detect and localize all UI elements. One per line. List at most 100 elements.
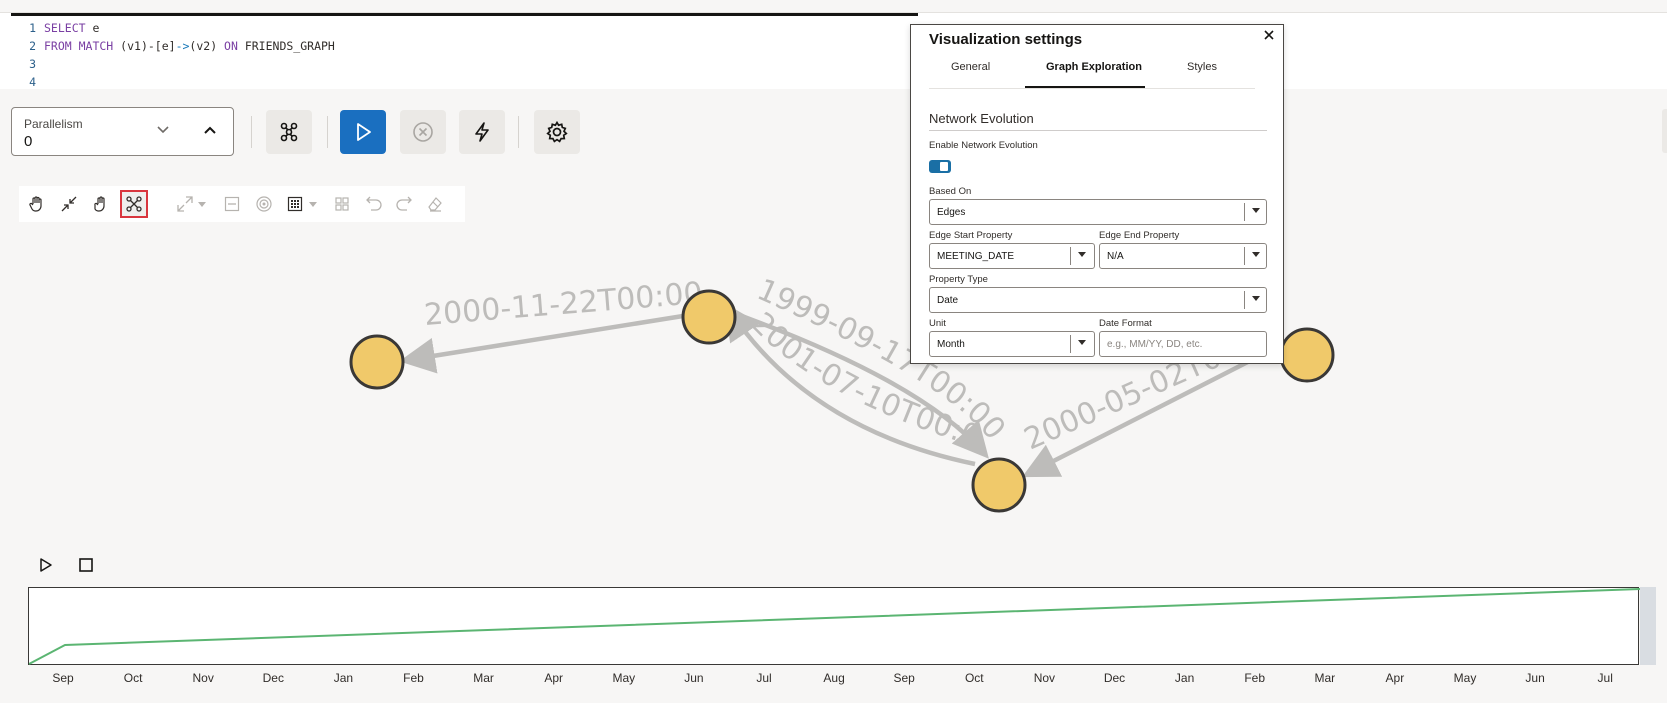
eraser-icon[interactable]	[423, 192, 447, 216]
select-divider	[1244, 291, 1245, 309]
layout-grid-icon[interactable]	[283, 192, 307, 216]
select-divider	[1070, 247, 1071, 265]
caret-down-icon[interactable]	[196, 192, 208, 216]
graph-nodes-icon	[280, 122, 298, 142]
month-tick-label: Mar	[1314, 671, 1336, 685]
code-token: ->	[175, 39, 190, 53]
editor-progress-bar	[11, 13, 918, 16]
lightning-icon	[475, 122, 489, 142]
date-format-label: Date Format	[1099, 318, 1152, 329]
graph-node[interactable]	[349, 334, 405, 390]
timeline-line	[28, 588, 1641, 665]
month-tick-label: Aug	[823, 671, 845, 685]
month-tick-label: Apr	[544, 671, 564, 685]
network-evolution-timeline[interactable]	[28, 587, 1641, 665]
target-icon[interactable]	[252, 192, 276, 216]
cancel-icon	[413, 122, 433, 142]
based-on-value: Edges	[937, 207, 966, 218]
edge-label: 2000-11-22T00:00	[423, 276, 704, 333]
graph-node[interactable]	[681, 289, 737, 345]
unit-label: Unit	[929, 318, 946, 329]
edge-start-select[interactable]: MEETING_DATE	[929, 243, 1095, 269]
minimize-icon[interactable]	[220, 192, 244, 216]
tab-graph-exploration[interactable]: Graph Exploration	[1046, 61, 1142, 73]
caret-down-icon	[1252, 208, 1260, 213]
caret-down-icon[interactable]	[307, 192, 319, 216]
cancel-button[interactable]	[400, 110, 446, 154]
select-divider	[1070, 335, 1071, 353]
graph-node[interactable]	[971, 457, 1027, 513]
collapse-icon[interactable]	[57, 192, 81, 216]
edge-end-select[interactable]: N/A	[1099, 243, 1267, 269]
stop-icon[interactable]	[79, 558, 93, 572]
tab-styles[interactable]: Styles	[1187, 61, 1217, 73]
unit-select[interactable]: Month	[929, 331, 1095, 357]
chevron-down-icon[interactable]	[153, 122, 173, 142]
line-number: 4	[29, 75, 36, 89]
based-on-select[interactable]: Edges	[929, 199, 1267, 225]
graph-node[interactable]	[1279, 327, 1335, 383]
tab-general[interactable]: General	[951, 61, 990, 73]
active-tab-indicator	[1025, 86, 1145, 88]
code-line[interactable]: 4	[0, 73, 44, 91]
code-token: ON	[224, 39, 238, 53]
date-format-placeholder: e.g., MM/YY, DD, etc.	[1107, 339, 1203, 350]
panel-title: Visualization settings	[929, 31, 1083, 48]
line-number: 3	[29, 57, 36, 71]
code-token: (v1)-[e]	[113, 39, 176, 53]
edge-end-value: N/A	[1107, 251, 1124, 262]
month-tick-label: Jan	[333, 671, 354, 685]
caret-down-icon	[1252, 252, 1260, 257]
code-line[interactable]: 3	[0, 55, 44, 73]
month-tick-label: Jun	[684, 671, 704, 685]
enable-label: Enable Network Evolution	[929, 140, 1038, 151]
property-type-select[interactable]: Date	[929, 287, 1267, 313]
date-format-input[interactable]: e.g., MM/YY, DD, etc.	[1099, 331, 1267, 357]
toolbar-divider	[518, 116, 519, 148]
select-divider	[1244, 247, 1245, 265]
group-icon[interactable]	[330, 192, 354, 216]
drag-hand-icon[interactable]	[89, 192, 113, 216]
month-tick-label: Apr	[1385, 671, 1405, 685]
month-tick-label: Mar	[473, 671, 494, 685]
month-tick-label: Oct	[123, 671, 143, 685]
month-tick-label: Jul	[756, 671, 772, 685]
month-tick-label: May	[1453, 671, 1477, 685]
edge-end-label: Edge End Property	[1099, 230, 1180, 241]
month-tick-label: Jan	[1174, 671, 1195, 685]
month-tick-label: Oct	[964, 671, 984, 685]
graph-toolbar	[19, 186, 465, 222]
code-line[interactable]: 1 SELECT e	[0, 19, 99, 37]
undo-icon[interactable]	[362, 192, 386, 216]
timeline-scroll-handle[interactable]	[1640, 587, 1656, 665]
redo-icon[interactable]	[392, 192, 416, 216]
line-number: 2	[29, 39, 36, 53]
month-tick-label: May	[612, 671, 636, 685]
run-button[interactable]	[340, 110, 386, 154]
network-evolution-icon[interactable]	[120, 190, 148, 218]
caret-down-icon	[1078, 340, 1086, 345]
month-tick-label: Feb	[1244, 671, 1266, 685]
side-panel-handle[interactable]	[1662, 109, 1667, 153]
hand-icon[interactable]	[25, 192, 49, 216]
flash-button[interactable]	[459, 110, 505, 154]
based-on-label: Based On	[929, 186, 972, 197]
query-editor[interactable]: 1 SELECT e 2 FROM MATCH (v1)-[e]->(v2) ON F…	[0, 12, 1667, 89]
visualization-settings-panel: Visualization settings General Graph Exp…	[910, 24, 1284, 364]
parallelism-value[interactable]: 0	[24, 133, 32, 150]
parallelism-stepper[interactable]: Parallelism 0	[11, 107, 234, 156]
play-icon[interactable]	[38, 557, 54, 573]
property-type-label: Property Type	[929, 274, 988, 285]
month-tick-label: Sep	[893, 671, 915, 685]
caret-down-icon	[1078, 252, 1086, 257]
enable-network-evolution-toggle[interactable]	[929, 160, 951, 173]
chevron-up-icon[interactable]	[200, 122, 220, 142]
expand-icon[interactable]	[173, 192, 197, 216]
code-line[interactable]: 2 FROM MATCH (v1)-[e]->(v2) ON FRIENDS_GR…	[0, 37, 335, 55]
property-type-value: Date	[937, 295, 959, 306]
graph-canvas[interactable]: 2000-11-22T00:00 1999-09-17T00:00 2001-0…	[0, 230, 1667, 530]
code-token: SELECT	[44, 21, 86, 35]
code-token: e	[85, 21, 100, 35]
graph-button[interactable]	[266, 110, 312, 154]
settings-button[interactable]	[534, 110, 580, 154]
